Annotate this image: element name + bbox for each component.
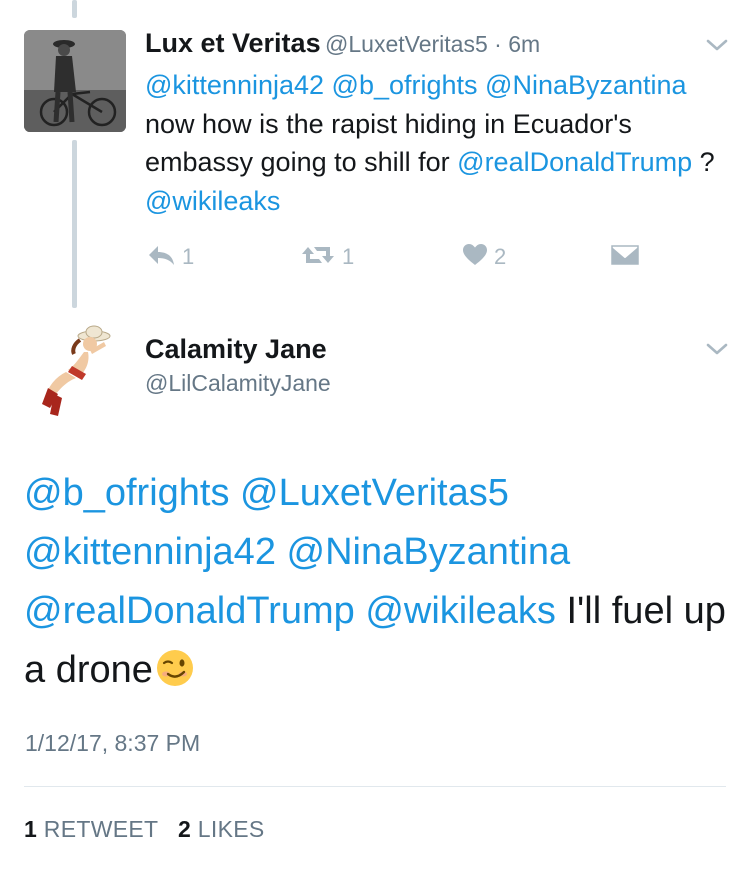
main-author-handle[interactable]: @LilCalamityJane bbox=[145, 370, 331, 397]
like-count: 2 bbox=[494, 244, 507, 269]
mention-link[interactable]: @realDonaldTrump bbox=[457, 147, 692, 177]
retweet-stat-count: 1 bbox=[24, 816, 38, 842]
avatar-lux-et-veritas[interactable] bbox=[24, 30, 126, 132]
reply-count: 1 bbox=[182, 244, 195, 269]
retweet-button[interactable]: 1 bbox=[300, 240, 354, 274]
reply-icon bbox=[146, 243, 176, 272]
retweet-icon bbox=[300, 243, 336, 272]
mention-link[interactable]: @NinaByzantina bbox=[287, 531, 571, 573]
mention-link[interactable]: @kittenninja42 bbox=[145, 70, 324, 100]
mention-link[interactable]: @realDonaldTrump bbox=[24, 590, 355, 632]
mention-link[interactable]: @b_ofrights bbox=[24, 472, 229, 514]
tweet-text-segment bbox=[355, 590, 366, 632]
retweet-stat-label: RETWEET bbox=[43, 816, 158, 842]
retweet-count: 1 bbox=[342, 244, 355, 269]
mention-link[interactable]: @LuxetVeritas5 bbox=[240, 472, 509, 514]
like-button[interactable]: 2 bbox=[462, 240, 506, 274]
mention-link[interactable]: @wikileaks bbox=[365, 590, 556, 632]
like-stat[interactable]: 2 LIKES bbox=[178, 816, 265, 842]
mention-link[interactable]: @b_ofrights bbox=[332, 70, 478, 100]
mention-link[interactable]: @wikileaks bbox=[145, 186, 280, 216]
reply-author-handle[interactable]: @LuxetVeritas5 bbox=[325, 31, 488, 57]
reply-author-name[interactable]: Lux et Veritas bbox=[145, 28, 321, 58]
tweet-text-segment bbox=[478, 70, 486, 100]
heart-icon bbox=[462, 243, 488, 272]
tweet-timestamp[interactable]: 1/12/17, 8:37 PM bbox=[25, 730, 200, 757]
like-stat-count: 2 bbox=[178, 816, 192, 842]
divider bbox=[24, 786, 726, 787]
retweet-stat[interactable]: 1 RETWEET bbox=[24, 816, 158, 842]
like-stat-label: LIKES bbox=[197, 816, 265, 842]
reply-tweet-header: Lux et Veritas @LuxetVeritas5 · 6m bbox=[145, 28, 540, 59]
chevron-down-icon[interactable] bbox=[702, 338, 732, 360]
thread-connector-top bbox=[72, 0, 77, 18]
tweet-text-segment bbox=[229, 472, 240, 514]
thread-connector bbox=[72, 140, 77, 308]
winking-face-emoji bbox=[155, 647, 195, 687]
direct-message-icon bbox=[610, 243, 640, 272]
avatar-calamity-jane[interactable] bbox=[28, 320, 126, 418]
mention-link[interactable]: @NinaByzantina bbox=[485, 70, 687, 100]
tweet-stats: 1 RETWEET 2 LIKES bbox=[24, 816, 265, 843]
main-author-name[interactable]: Calamity Jane bbox=[145, 334, 327, 365]
tweet-text-segment: ? bbox=[692, 147, 715, 177]
reply-tweet-text: @kittenninja42 @b_ofrights @NinaByzantin… bbox=[145, 66, 735, 220]
chevron-down-icon[interactable] bbox=[702, 34, 732, 56]
reply-button[interactable]: 1 bbox=[146, 240, 194, 274]
direct-message-button[interactable] bbox=[610, 240, 640, 274]
tweet-text-segment bbox=[276, 531, 287, 573]
main-tweet-text: @b_ofrights @LuxetVeritas5 @kittenninja4… bbox=[24, 464, 734, 700]
tweet-text-segment bbox=[324, 70, 332, 100]
header-separator: · bbox=[487, 31, 509, 57]
reply-time-ago[interactable]: 6m bbox=[508, 31, 540, 57]
mention-link[interactable]: @kittenninja42 bbox=[24, 531, 276, 573]
